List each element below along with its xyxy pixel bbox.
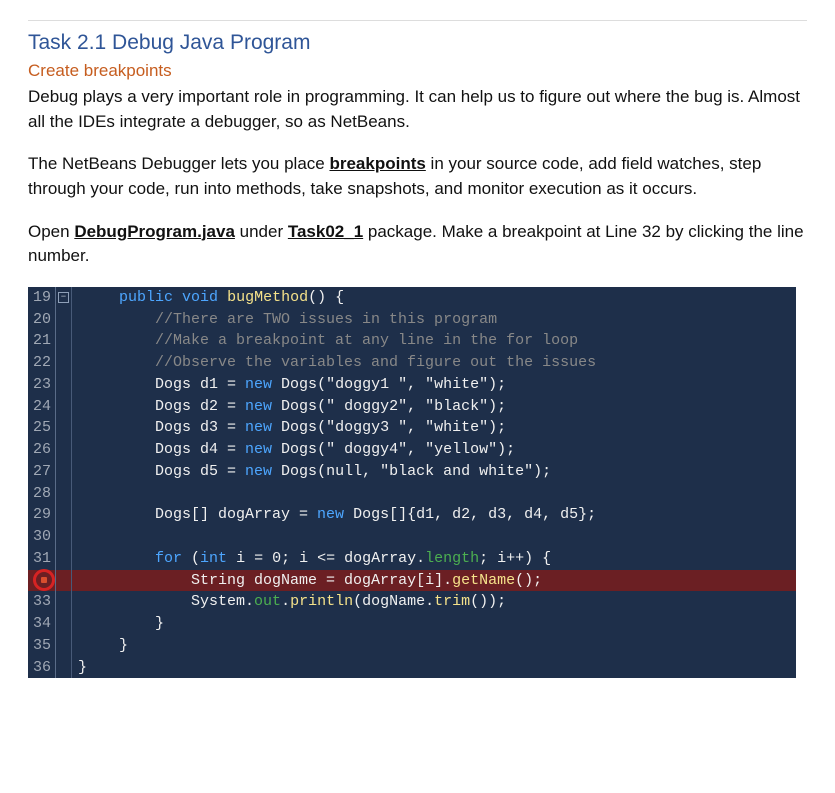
fold-gutter: [56, 504, 72, 526]
fold-gutter: [56, 461, 72, 483]
code-text: }: [72, 635, 796, 657]
line-number[interactable]: 35: [28, 635, 56, 657]
filename: DebugProgram.java: [74, 222, 235, 241]
line-number[interactable]: 22: [28, 352, 56, 374]
section-subtitle: Create breakpoints: [28, 61, 807, 81]
fold-gutter: [56, 352, 72, 374]
fold-gutter: [56, 548, 72, 570]
code-text: String dogName = dogArray[i].getName();: [72, 570, 796, 592]
line-number[interactable]: 19: [28, 287, 56, 309]
text: The NetBeans Debugger lets you place: [28, 154, 329, 173]
paragraph-1: Debug plays a very important role in pro…: [28, 85, 807, 134]
line-number[interactable]: 36: [28, 657, 56, 679]
code-text: [72, 526, 796, 548]
code-line-26[interactable]: 26 Dogs d4 = new Dogs(" doggy4", "yellow…: [28, 439, 796, 461]
fold-gutter: [56, 591, 72, 613]
code-text: //Make a breakpoint at any line in the f…: [72, 330, 796, 352]
code-text: Dogs d4 = new Dogs(" doggy4", "yellow");: [72, 439, 796, 461]
line-number[interactable]: 24: [28, 396, 56, 418]
code-line-36[interactable]: 36 }: [28, 657, 796, 679]
fold-gutter: [56, 570, 72, 592]
line-number[interactable]: 21: [28, 330, 56, 352]
code-line-33[interactable]: 33 System.out.println(dogName.trim());: [28, 591, 796, 613]
paragraph-2: The NetBeans Debugger lets you place bre…: [28, 152, 807, 201]
line-number[interactable]: 29: [28, 504, 56, 526]
code-line-30[interactable]: 30: [28, 526, 796, 548]
task-title: Task 2.1 Debug Java Program: [28, 31, 807, 55]
code-line-20[interactable]: 20 //There are TWO issues in this progra…: [28, 309, 796, 331]
line-number[interactable]: 33: [28, 591, 56, 613]
fold-gutter: [56, 526, 72, 548]
paragraph-3: Open DebugProgram.java under Task02_1 pa…: [28, 220, 807, 269]
fold-gutter: [56, 309, 72, 331]
line-number[interactable]: 34: [28, 613, 56, 635]
document-page: Task 2.1 Debug Java Program Create break…: [0, 0, 835, 698]
code-line-27[interactable]: 27 Dogs d5 = new Dogs(null, "black and w…: [28, 461, 796, 483]
code-text: //Observe the variables and figure out t…: [72, 352, 796, 374]
fold-gutter: [56, 635, 72, 657]
fold-icon[interactable]: −: [58, 292, 69, 303]
code-line-32-breakpoint[interactable]: String dogName = dogArray[i].getName();: [28, 570, 796, 592]
code-line-34[interactable]: 34 }: [28, 613, 796, 635]
top-rule: [28, 20, 807, 21]
fold-gutter: [56, 374, 72, 396]
line-number[interactable]: 27: [28, 461, 56, 483]
text: under: [235, 222, 288, 241]
breakpoints-term: breakpoints: [329, 154, 425, 173]
line-number[interactable]: 31: [28, 548, 56, 570]
code-line-22[interactable]: 22 //Observe the variables and figure ou…: [28, 352, 796, 374]
line-number[interactable]: 26: [28, 439, 56, 461]
code-text: Dogs d2 = new Dogs(" doggy2", "black");: [72, 396, 796, 418]
line-number[interactable]: 30: [28, 526, 56, 548]
fold-gutter: [56, 613, 72, 635]
code-text: }: [72, 613, 796, 635]
package-name: Task02_1: [288, 222, 363, 241]
code-text: Dogs[] dogArray = new Dogs[]{d1, d2, d3,…: [72, 504, 796, 526]
fold-gutter: [56, 657, 72, 679]
code-line-29[interactable]: 29 Dogs[] dogArray = new Dogs[]{d1, d2, …: [28, 504, 796, 526]
code-text: //There are TWO issues in this program: [72, 309, 796, 331]
code-text: [72, 483, 796, 505]
code-line-23[interactable]: 23 Dogs d1 = new Dogs("doggy1 ", "white"…: [28, 374, 796, 396]
line-number[interactable]: 20: [28, 309, 56, 331]
code-text: public void bugMethod() {: [72, 287, 796, 309]
code-line-25[interactable]: 25 Dogs d3 = new Dogs("doggy3 ", "white"…: [28, 417, 796, 439]
fold-gutter: [56, 439, 72, 461]
fold-gutter[interactable]: −: [56, 287, 72, 309]
code-line-35[interactable]: 35 }: [28, 635, 796, 657]
line-number[interactable]: 28: [28, 483, 56, 505]
code-text: }: [72, 657, 796, 679]
text: Open: [28, 222, 74, 241]
code-text: System.out.println(dogName.trim());: [72, 591, 796, 613]
code-line-21[interactable]: 21 //Make a breakpoint at any line in th…: [28, 330, 796, 352]
breakpoint-marker[interactable]: [33, 569, 55, 591]
code-text: Dogs d1 = new Dogs("doggy1 ", "white");: [72, 374, 796, 396]
code-text: Dogs d5 = new Dogs(null, "black and whit…: [72, 461, 796, 483]
code-line-28[interactable]: 28: [28, 483, 796, 505]
fold-gutter: [56, 417, 72, 439]
line-number[interactable]: 23: [28, 374, 56, 396]
line-number[interactable]: 25: [28, 417, 56, 439]
code-line-31[interactable]: 31 for (int i = 0; i <= dogArray.length;…: [28, 548, 796, 570]
code-editor: 19 − public void bugMethod() { 20 //Ther…: [28, 287, 796, 679]
fold-gutter: [56, 483, 72, 505]
code-text: for (int i = 0; i <= dogArray.length; i+…: [72, 548, 796, 570]
code-text: Dogs d3 = new Dogs("doggy3 ", "white");: [72, 417, 796, 439]
fold-gutter: [56, 396, 72, 418]
breakpoint-dot-icon: [41, 577, 47, 583]
fold-gutter: [56, 330, 72, 352]
code-line-24[interactable]: 24 Dogs d2 = new Dogs(" doggy2", "black"…: [28, 396, 796, 418]
code-line-19[interactable]: 19 − public void bugMethod() {: [28, 287, 796, 309]
